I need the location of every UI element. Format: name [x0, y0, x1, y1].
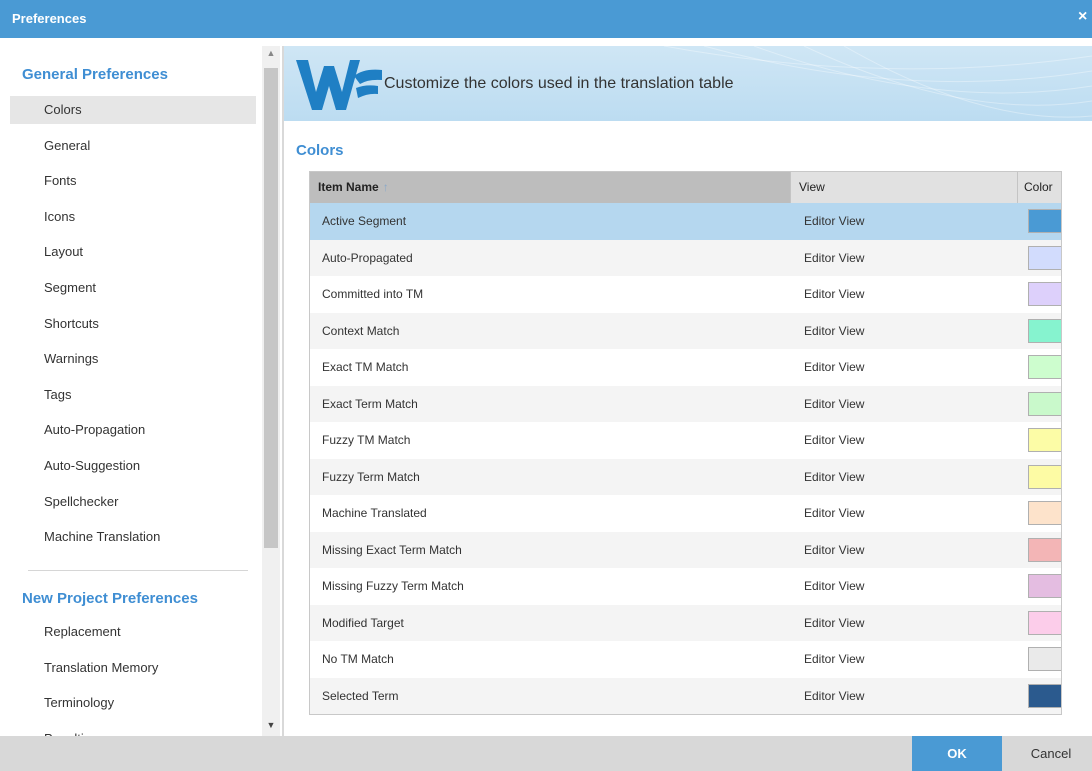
view-cell: Editor View	[804, 542, 865, 557]
table-row[interactable]: Machine Translated Editor View	[310, 495, 1061, 532]
table-row[interactable]: Selected Term Editor View	[310, 677, 1061, 714]
color-swatch[interactable]	[1028, 610, 1061, 635]
scrollbar-thumb[interactable]	[264, 68, 278, 548]
sidebar-item-penalties[interactable]: Penalties	[10, 725, 256, 736]
new-project-preferences-title: New Project Preferences	[22, 590, 198, 607]
column-header-view[interactable]: View	[790, 172, 1017, 203]
sidebar-item-auto-suggestion[interactable]: Auto-Suggestion	[10, 452, 256, 480]
color-swatch[interactable]	[1028, 501, 1061, 525]
color-swatch[interactable]	[1028, 464, 1061, 489]
colors-heading: Colors	[296, 142, 344, 159]
item-name-cell: Selected Term	[322, 688, 399, 703]
column-header-color[interactable]: Color	[1017, 172, 1061, 203]
preferences-sidebar: General Preferences Colors General Fonts Ic…	[10, 46, 262, 736]
table-row[interactable]: Committed into TM Editor View	[310, 276, 1061, 313]
sidebar-scrollbar[interactable]: ▲ ▼	[262, 46, 280, 736]
scroll-down-icon[interactable]: ▼	[262, 720, 280, 734]
sidebar-item-layout[interactable]: Layout	[10, 238, 256, 266]
sidebar-item-terminology[interactable]: Terminology	[10, 689, 256, 717]
item-name-cell: Modified Target	[322, 615, 404, 630]
item-name-cell: Exact TM Match	[322, 360, 409, 374]
table-row[interactable]: Missing Exact Term Match Editor View	[310, 531, 1061, 568]
sidebar-item-fonts[interactable]: Fonts	[10, 167, 256, 195]
view-cell: Editor View	[804, 323, 865, 338]
item-name-cell: Exact Term Match	[322, 396, 418, 411]
table-row[interactable]: Active Segment Editor View	[310, 203, 1061, 240]
item-name-cell: No TM Match	[322, 652, 394, 666]
view-cell: Editor View	[804, 214, 865, 228]
table-row[interactable]: Modified Target Editor View	[310, 604, 1061, 641]
window-title: Preferences	[12, 11, 87, 26]
item-name-cell: Fuzzy TM Match	[322, 433, 411, 447]
sidebar-divider	[28, 570, 248, 571]
color-swatch[interactable]	[1028, 683, 1061, 708]
table-row[interactable]: Exact Term Match Editor View	[310, 385, 1061, 422]
view-cell: Editor View	[804, 250, 865, 265]
view-cell: Editor View	[804, 360, 865, 374]
color-swatch[interactable]	[1028, 391, 1061, 416]
sidebar-item-machine-translation[interactable]: Machine Translation	[10, 523, 256, 551]
view-cell: Editor View	[804, 615, 865, 630]
sidebar-item-shortcuts[interactable]: Shortcuts	[10, 310, 256, 338]
table-row[interactable]: Missing Fuzzy Term Match Editor View	[310, 568, 1061, 605]
color-swatch[interactable]	[1028, 428, 1061, 452]
item-name-cell: Missing Exact Term Match	[322, 542, 462, 557]
sidebar-item-segment[interactable]: Segment	[10, 274, 256, 302]
table-row[interactable]: Auto-Propagated Editor View	[310, 239, 1061, 276]
sidebar-item-icons[interactable]: Icons	[10, 203, 256, 231]
close-icon[interactable]: ×	[1078, 8, 1092, 28]
color-swatch[interactable]	[1028, 537, 1061, 562]
scroll-up-icon[interactable]: ▲	[262, 48, 280, 62]
view-cell: Editor View	[804, 506, 865, 520]
color-swatch[interactable]	[1028, 245, 1061, 270]
table-header: Item Name ↑ View Color	[310, 172, 1061, 203]
table-row[interactable]: Fuzzy TM Match Editor View	[310, 422, 1061, 459]
cancel-button[interactable]: Cancel	[1010, 736, 1092, 771]
color-swatch[interactable]	[1028, 574, 1061, 598]
item-name-cell: Committed into TM	[322, 287, 424, 301]
sidebar-item-auto-propagation[interactable]: Auto-Propagation	[10, 416, 256, 444]
sidebar-item-warnings[interactable]: Warnings	[10, 345, 256, 373]
color-swatch[interactable]	[1028, 318, 1061, 343]
table-row[interactable]: No TM Match Editor View	[310, 641, 1061, 678]
ok-button[interactable]: OK	[912, 736, 1002, 771]
color-swatch[interactable]	[1028, 355, 1061, 379]
view-cell: Editor View	[804, 579, 865, 593]
sidebar-item-general[interactable]: General	[10, 132, 256, 160]
sidebar-item-colors[interactable]: Colors	[10, 96, 256, 124]
color-swatch[interactable]	[1028, 647, 1061, 671]
column-header-item-name[interactable]: Item Name ↑	[310, 172, 790, 203]
sidebar-item-replacement[interactable]: Replacement	[10, 618, 256, 646]
color-swatch[interactable]	[1028, 282, 1061, 306]
sidebar-item-spellchecker[interactable]: Spellchecker	[10, 488, 256, 516]
wf-logo-icon	[296, 60, 382, 110]
item-name-cell: Missing Fuzzy Term Match	[322, 579, 464, 593]
view-cell: Editor View	[804, 287, 865, 301]
view-cell: Editor View	[804, 688, 865, 703]
pane-divider	[282, 46, 284, 736]
sidebar-item-translation-memory[interactable]: Translation Memory	[10, 654, 256, 682]
view-cell: Editor View	[804, 396, 865, 411]
view-cell: Editor View	[804, 469, 865, 484]
sort-ascending-icon: ↑	[382, 180, 389, 194]
table-row[interactable]: Exact TM Match Editor View	[310, 349, 1061, 386]
item-name-cell: Machine Translated	[322, 506, 427, 520]
view-cell: Editor View	[804, 652, 865, 666]
banner-subtitle: Customize the colors used in the transla…	[384, 75, 734, 92]
general-preferences-title: General Preferences	[22, 66, 168, 83]
sidebar-item-tags[interactable]: Tags	[10, 381, 256, 409]
title-bar: Preferences ×	[0, 0, 1092, 38]
header-banner: Customize the colors used in the transla…	[284, 46, 1092, 121]
item-name-cell: Active Segment	[322, 214, 407, 228]
dialog-footer: OK Cancel	[0, 736, 1092, 771]
table-row[interactable]: Context Match Editor View	[310, 312, 1061, 349]
colors-table: Item Name ↑ View Color Active Segment Edit…	[309, 171, 1062, 715]
item-name-cell: Auto-Propagated	[322, 250, 413, 265]
item-name-header-label: Item Name	[318, 180, 379, 194]
view-cell: Editor View	[804, 433, 865, 447]
color-swatch[interactable]	[1028, 209, 1061, 233]
item-name-cell: Fuzzy Term Match	[322, 469, 420, 484]
table-row[interactable]: Fuzzy Term Match Editor View	[310, 458, 1061, 495]
item-name-cell: Context Match	[322, 323, 400, 338]
